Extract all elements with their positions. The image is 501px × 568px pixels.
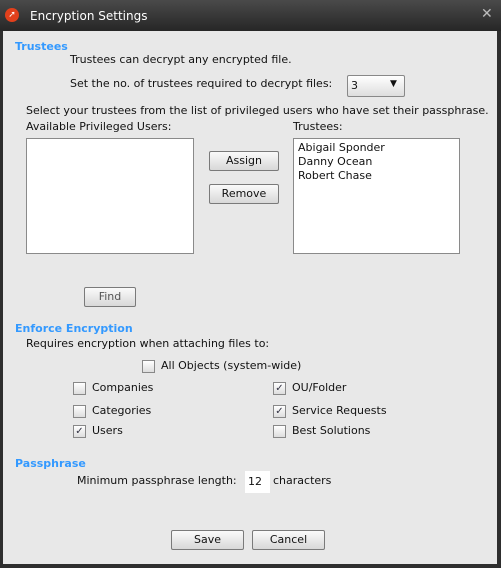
ou-folder-label: OU/Folder xyxy=(292,381,347,394)
available-users-label: Available Privileged Users: xyxy=(26,120,172,133)
trustee-count-value: 3 xyxy=(351,79,358,92)
save-button[interactable]: Save xyxy=(171,530,244,550)
chevron-down-icon: ▼ xyxy=(390,79,397,89)
remove-button[interactable]: Remove xyxy=(209,184,279,204)
categories-label: Categories xyxy=(92,404,152,417)
trustees-list[interactable]: Abigail Sponder Danny Ocean Robert Chase xyxy=(293,138,460,254)
list-item[interactable]: Abigail Sponder xyxy=(294,141,459,155)
enforce-description: Requires encryption when attaching files… xyxy=(26,337,270,350)
title-bar[interactable]: ➚ Encryption Settings ✕ xyxy=(0,0,501,31)
service-requests-checkbox[interactable]: ✓ xyxy=(273,405,286,418)
min-length-label: Minimum passphrase length: xyxy=(77,474,237,487)
service-requests-label: Service Requests xyxy=(292,404,387,417)
trustee-count-select[interactable]: 3 ▼ xyxy=(347,75,405,97)
trustees-list-label: Trustees: xyxy=(293,120,343,133)
ou-folder-checkbox[interactable]: ✓ xyxy=(273,382,286,395)
passphrase-heading: Passphrase xyxy=(15,457,86,470)
best-solutions-checkbox[interactable] xyxy=(273,425,286,438)
trustee-count-label: Set the no. of trustees required to decr… xyxy=(70,77,333,90)
companies-checkbox[interactable] xyxy=(73,382,86,395)
select-trustees-instruction: Select your trustees from the list of pr… xyxy=(26,104,489,117)
dialog-title: Encryption Settings xyxy=(30,9,148,23)
find-button[interactable]: Find xyxy=(84,287,136,307)
all-objects-checkbox[interactable] xyxy=(142,360,155,373)
cancel-button[interactable]: Cancel xyxy=(252,530,325,550)
categories-checkbox[interactable] xyxy=(73,405,86,418)
enforce-encryption-heading: Enforce Encryption xyxy=(15,322,133,335)
trustees-heading: Trustees xyxy=(15,40,68,53)
list-item[interactable]: Danny Ocean xyxy=(294,155,459,169)
users-checkbox[interactable]: ✓ xyxy=(73,425,86,438)
close-icon[interactable]: ✕ xyxy=(481,6,493,22)
min-length-input[interactable]: 12 xyxy=(245,471,270,493)
list-item[interactable]: Robert Chase xyxy=(294,169,459,183)
characters-label: characters xyxy=(273,474,332,487)
dialog-body: Trustees Trustees can decrypt any encryp… xyxy=(3,31,497,564)
assign-button[interactable]: Assign xyxy=(209,151,279,171)
encryption-settings-dialog: ➚ Encryption Settings ✕ Trustees Trustee… xyxy=(0,0,501,568)
users-label: Users xyxy=(92,424,123,437)
all-objects-label: All Objects (system-wide) xyxy=(161,359,302,372)
app-logo-icon: ➚ xyxy=(5,8,19,22)
companies-label: Companies xyxy=(92,381,154,394)
available-users-list[interactable] xyxy=(26,138,194,254)
best-solutions-label: Best Solutions xyxy=(292,424,371,437)
trustees-description: Trustees can decrypt any encrypted file. xyxy=(70,53,292,66)
